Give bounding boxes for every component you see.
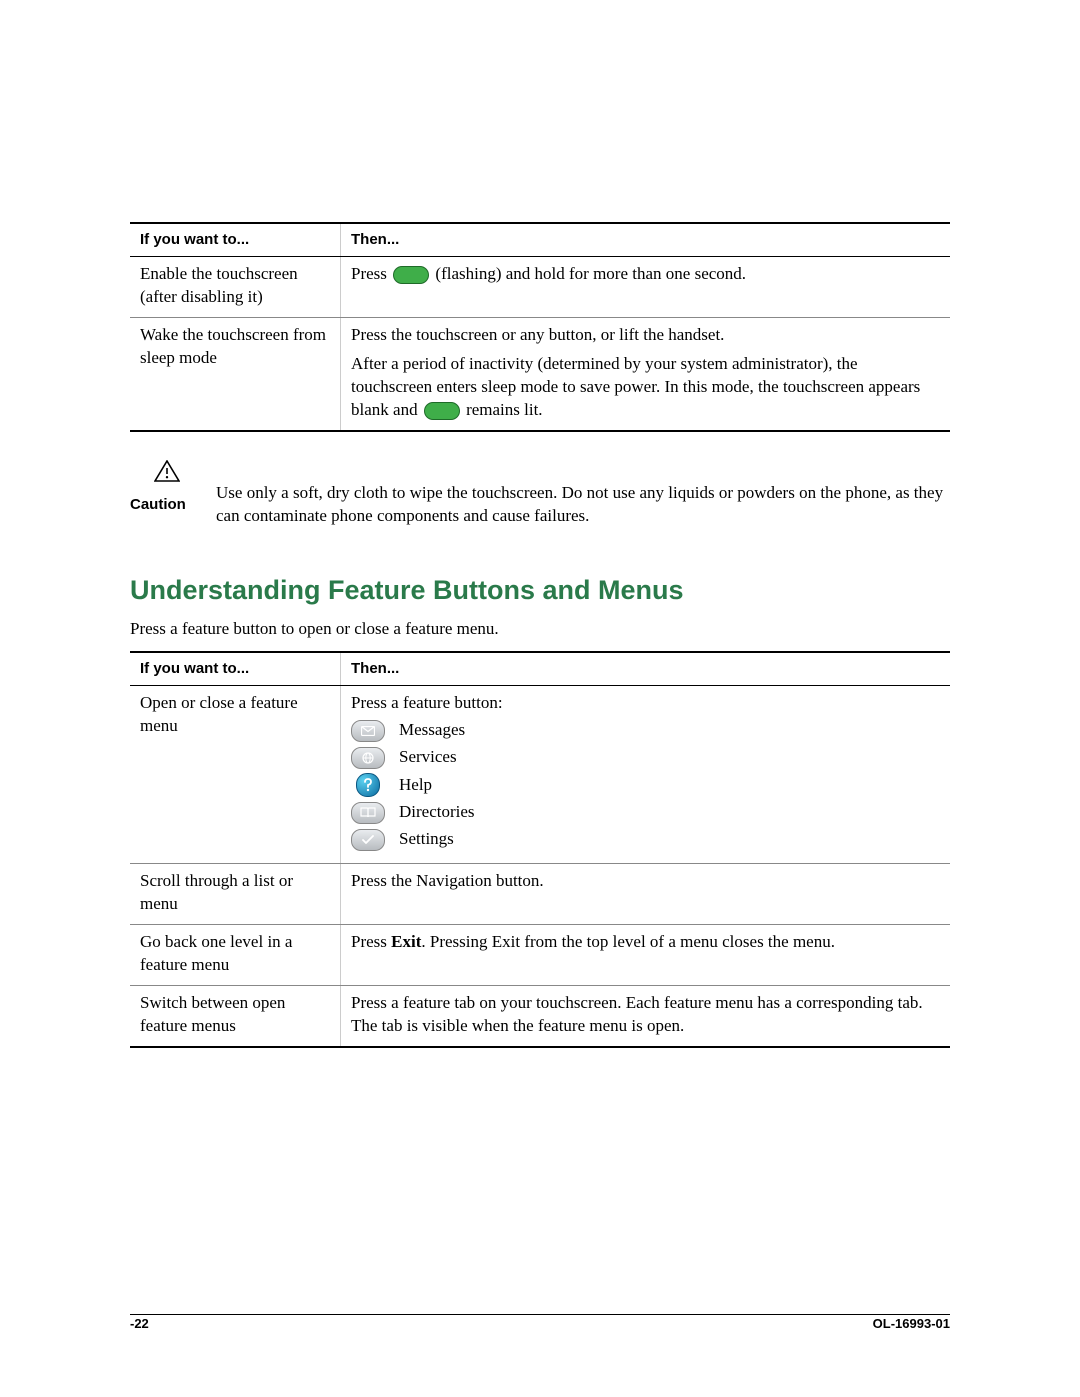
table1-r0-c2: Press (flashing) and hold for more than … xyxy=(341,257,951,318)
table2-r2-c2: Press Exit. Pressing Exit from the top l… xyxy=(341,924,951,985)
feature-row-settings: Settings xyxy=(351,828,940,851)
table1-r1-c1: Wake the touchscreen from sleep mode xyxy=(130,318,341,431)
table1-r1-line2-post: remains lit. xyxy=(462,400,543,419)
feature-label: Directories xyxy=(399,801,475,824)
table-row: Wake the touchscreen from sleep mode Pre… xyxy=(130,318,950,431)
caution-triangle-icon xyxy=(154,460,180,482)
feature-row-services: Services xyxy=(351,746,940,769)
feature-label: Services xyxy=(399,746,457,769)
table-row: Scroll through a list or menu Press the … xyxy=(130,864,950,925)
feature-label: Messages xyxy=(399,719,465,742)
table2-r0-intro: Press a feature button: xyxy=(351,692,940,715)
caution-label: Caution xyxy=(130,495,194,515)
table1-header-c1: If you want to... xyxy=(130,223,341,257)
settings-icon xyxy=(351,829,385,851)
table2-header-c2: Then... xyxy=(341,652,951,686)
table1-r1-line2: After a period of inactivity (determined… xyxy=(351,353,940,422)
table2-header-c1: If you want to... xyxy=(130,652,341,686)
table-row: Switch between open feature menus Press … xyxy=(130,985,950,1046)
section-intro: Press a feature button to open or close … xyxy=(130,618,950,641)
footer-page-number: -22 xyxy=(130,1315,149,1333)
display-button-icon xyxy=(424,402,460,420)
directories-icon xyxy=(351,802,385,824)
touchscreen-table: If you want to... Then... Enable the tou… xyxy=(130,222,950,432)
table2-r3-c2: Press a feature tab on your touchscreen.… xyxy=(341,985,951,1046)
table1-r0-c2-pre: Press xyxy=(351,264,391,283)
table1-r1-line1: Press the touchscreen or any button, or … xyxy=(351,324,940,347)
feature-label: Help xyxy=(399,774,432,797)
caution-text: Use only a soft, dry cloth to wipe the t… xyxy=(216,460,950,528)
table-row: Go back one level in a feature menu Pres… xyxy=(130,924,950,985)
feature-row-directories: Directories xyxy=(351,801,940,824)
feature-row-help: Help xyxy=(351,773,940,797)
footer-doc-id: OL-16993-01 xyxy=(873,1315,950,1333)
table1-r0-c1: Enable the touchscreen (after disabling … xyxy=(130,257,341,318)
feature-buttons-table: If you want to... Then... Open or close … xyxy=(130,651,950,1048)
page-footer: -22 OL-16993-01 xyxy=(130,1315,950,1333)
table2-r1-c1: Scroll through a list or menu xyxy=(130,864,341,925)
feature-label: Settings xyxy=(399,828,454,851)
table1-r1-c2: Press the touchscreen or any button, or … xyxy=(341,318,951,431)
services-icon xyxy=(351,747,385,769)
table1-r0-c2-post: (flashing) and hold for more than one se… xyxy=(431,264,746,283)
table2-r2-c1: Go back one level in a feature menu xyxy=(130,924,341,985)
caution-block: Caution Use only a soft, dry cloth to wi… xyxy=(130,460,950,528)
table2-r1-c2: Press the Navigation button. xyxy=(341,864,951,925)
caution-left: Caution xyxy=(130,460,194,515)
t2r2-pre: Press xyxy=(351,932,391,951)
table-row: Open or close a feature menu Press a fea… xyxy=(130,686,950,864)
t2r2-post: . Pressing Exit from the top level of a … xyxy=(421,932,835,951)
section-heading: Understanding Feature Buttons and Menus xyxy=(130,572,950,608)
messages-icon xyxy=(351,720,385,742)
table2-r0-c1: Open or close a feature menu xyxy=(130,686,341,864)
table1-header-c2: Then... xyxy=(341,223,951,257)
display-button-icon xyxy=(393,266,429,284)
feature-row-messages: Messages xyxy=(351,719,940,742)
table2-r3-c1: Switch between open feature menus xyxy=(130,985,341,1046)
help-icon xyxy=(356,773,380,797)
t2r2-bold: Exit xyxy=(391,932,421,951)
table-row: Enable the touchscreen (after disabling … xyxy=(130,257,950,318)
table2-r0-c2: Press a feature button: Messages Service… xyxy=(341,686,951,864)
